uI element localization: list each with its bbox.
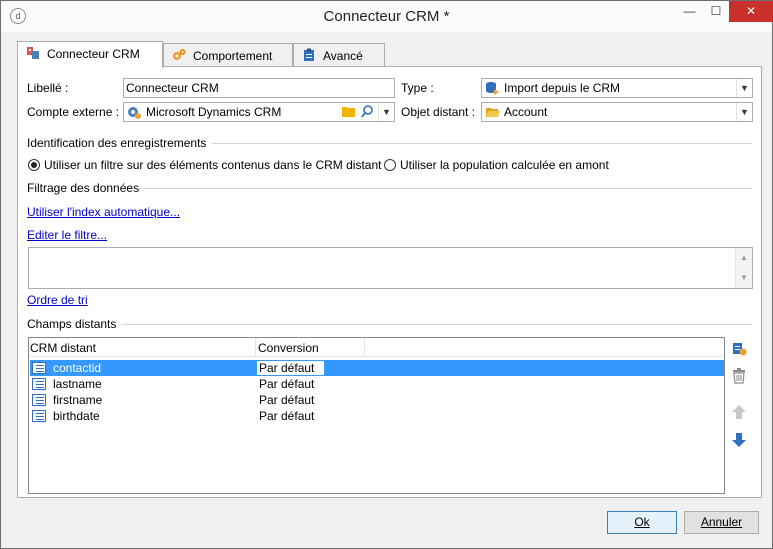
type-label: Type :	[401, 81, 434, 95]
radio-label: Utiliser un filtre sur des éléments cont…	[44, 158, 382, 172]
section-divider	[139, 188, 752, 189]
column-header-conversion[interactable]: Conversion	[258, 341, 319, 355]
champs-distants-heading: Champs distants	[27, 317, 117, 331]
type-select[interactable]: Import depuis le CRM ▼	[481, 78, 753, 98]
column-separator[interactable]	[364, 338, 365, 357]
trash-icon[interactable]	[730, 368, 748, 386]
crm-connector-icon	[27, 47, 39, 59]
clipboard-icon	[304, 48, 314, 61]
title-bar[interactable]: d Connecteur CRM * — ☐ ✕	[1, 1, 773, 32]
compte-externe-field[interactable]: Microsoft Dynamics CRM ▼	[123, 102, 395, 122]
libelle-field[interactable]: Connecteur CRM	[123, 78, 395, 98]
column-separator[interactable]	[255, 338, 256, 357]
dialog-window: d Connecteur CRM * — ☐ ✕ Connecteur CRM …	[0, 0, 773, 549]
external-account-icon	[128, 107, 141, 119]
objet-distant-label: Objet distant :	[401, 105, 476, 119]
table-row[interactable]: contactid Par défaut	[30, 360, 724, 376]
section-divider	[121, 324, 752, 325]
field-list-icon	[32, 362, 46, 374]
minimize-button[interactable]: —	[676, 1, 703, 22]
radio-population-amont[interactable]: Utiliser la population calculée en amont	[384, 158, 609, 172]
move-down-icon[interactable]	[730, 432, 748, 450]
identification-heading: Identification des enregistrements	[27, 136, 207, 150]
index-automatique-link[interactable]: Utiliser l'index automatique...	[27, 205, 180, 219]
ok-button[interactable]: Ok	[607, 511, 677, 534]
field-conversion[interactable]: Par défaut	[259, 409, 314, 423]
field-conversion[interactable]: Par défaut	[259, 393, 314, 407]
cancel-button[interactable]: Annuler	[684, 511, 759, 534]
field-list-icon	[32, 410, 46, 422]
crm-import-icon	[486, 82, 499, 95]
compte-externe-label: Compte externe :	[27, 105, 120, 119]
grid-header: CRM distant Conversion	[29, 338, 724, 357]
tab-label: Connecteur CRM	[47, 47, 140, 61]
compte-externe-value: Microsoft Dynamics CRM	[146, 105, 282, 119]
move-up-icon[interactable]	[730, 404, 748, 422]
filter-textarea[interactable]: ▲ ▼	[28, 247, 753, 289]
scroll-down-icon[interactable]: ▼	[736, 268, 752, 288]
field-name: birthdate	[53, 409, 100, 423]
folder-icon[interactable]	[339, 103, 357, 121]
cancel-button-label: Annuler	[700, 515, 743, 529]
chevron-down-icon[interactable]: ▼	[736, 103, 752, 121]
chevron-down-icon[interactable]: ▼	[736, 79, 752, 97]
gears-icon	[173, 49, 186, 60]
add-field-icon[interactable]	[730, 340, 748, 358]
table-row[interactable]: birthdate Par défaut	[30, 408, 724, 424]
close-button[interactable]: ✕	[729, 1, 773, 22]
field-list-icon	[32, 378, 46, 390]
tab-connecteur-crm[interactable]: Connecteur CRM	[17, 41, 163, 68]
objet-distant-value: Account	[504, 105, 548, 119]
chevron-down-icon[interactable]: ▼	[378, 103, 394, 121]
filtrage-heading: Filtrage des données	[27, 181, 140, 195]
open-folder-icon	[486, 108, 500, 117]
type-value: Import depuis le CRM	[504, 81, 621, 95]
filter-scrollbar[interactable]: ▲ ▼	[735, 248, 752, 288]
field-conversion[interactable]: Par défaut	[257, 361, 324, 375]
radio-label: Utiliser la population calculée en amont	[400, 158, 609, 172]
radio-filtre-crm[interactable]: Utiliser un filtre sur des éléments cont…	[28, 158, 381, 172]
table-row[interactable]: lastname Par défaut	[30, 376, 724, 392]
field-name: lastname	[53, 377, 102, 391]
field-name: firstname	[53, 393, 103, 407]
libelle-label: Libellé :	[27, 81, 69, 95]
table-row[interactable]: firstname Par défaut	[30, 392, 724, 408]
search-icon[interactable]	[358, 103, 376, 121]
tab-avance[interactable]: Avancé	[293, 43, 385, 67]
tab-panel: Libellé : Connecteur CRM Type : Import d…	[17, 66, 762, 498]
tab-label: Comportement	[193, 49, 273, 63]
editer-filtre-link[interactable]: Editer le filtre...	[27, 228, 107, 242]
field-name: contactid	[53, 361, 102, 375]
scroll-up-icon[interactable]: ▲	[736, 248, 752, 268]
column-header-crm-distant[interactable]: CRM distant	[30, 341, 96, 355]
objet-distant-select[interactable]: Account ▼	[481, 102, 753, 122]
radio-unselected-icon	[384, 159, 396, 171]
tab-comportement[interactable]: Comportement	[163, 43, 293, 67]
ordre-de-tri-link[interactable]: Ordre de tri	[27, 293, 88, 307]
field-conversion[interactable]: Par défaut	[259, 377, 314, 391]
tab-label: Avancé	[323, 49, 363, 63]
maximize-button[interactable]: ☐	[703, 1, 729, 22]
radio-selected-icon	[28, 159, 40, 171]
section-divider	[212, 143, 752, 144]
window-title: Connecteur CRM *	[323, 8, 450, 25]
ok-button-label: Ok	[634, 515, 650, 529]
field-list-icon	[32, 394, 46, 406]
champs-grid[interactable]: CRM distant Conversion contactid Par déf…	[28, 337, 725, 494]
